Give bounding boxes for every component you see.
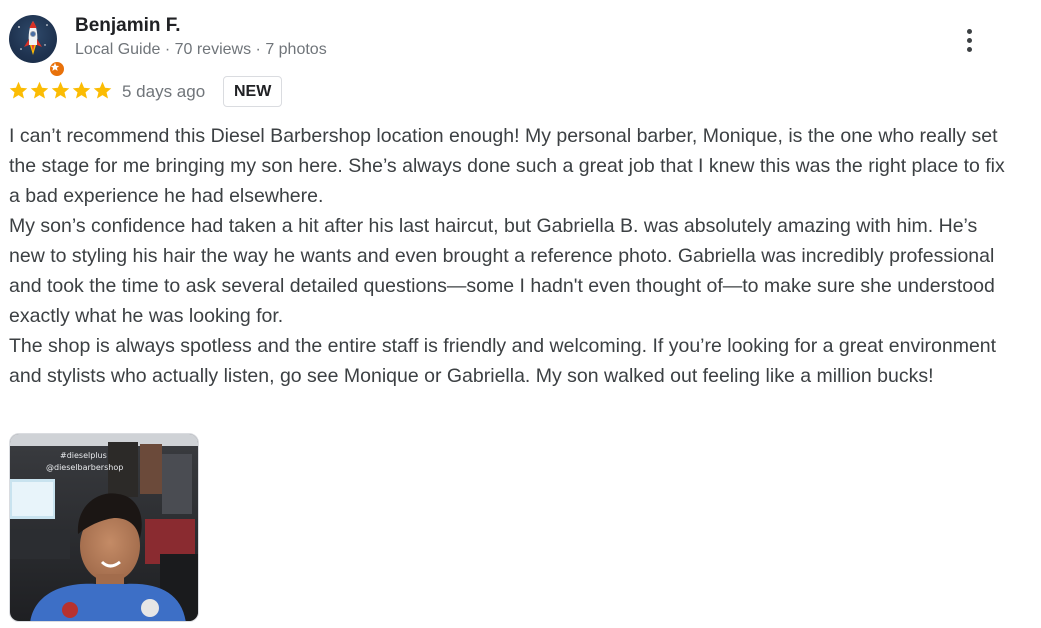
reviewer-meta: Local Guide · 70 reviews · 7 photos [75, 41, 327, 59]
photo-overlay-tag: #dieselplus [60, 451, 107, 460]
review-text: I can’t recommend this Diesel Barbershop… [9, 121, 1009, 391]
meta-separator: · [251, 41, 266, 58]
more-options-button[interactable] [955, 24, 983, 56]
star-rating [8, 80, 113, 102]
review-photo-image: #dieselplus @dieselbarbershop [10, 434, 198, 621]
rocket-avatar-icon [18, 21, 48, 55]
new-badge: NEW [223, 76, 283, 107]
star-icon [93, 81, 112, 99]
reviewer-name[interactable]: Benjamin F. [75, 15, 181, 37]
photo-count: 7 photos [265, 41, 327, 58]
star-icon [51, 81, 70, 99]
more-vert-dot [966, 37, 972, 43]
review-paragraph: I can’t recommend this Diesel Barbershop… [9, 125, 1005, 207]
meta-separator: · [160, 41, 175, 58]
photo-overlay-handle: @dieselbarbershop [46, 463, 123, 472]
more-vert-dot [966, 46, 972, 52]
star-icon [30, 81, 49, 99]
review-time: 5 days ago [122, 82, 206, 101]
star-icon [9, 81, 28, 99]
review-count: 70 reviews [174, 41, 252, 58]
review-photo[interactable]: #dieselplus @dieselbarbershop [9, 433, 199, 622]
reviewer-avatar[interactable] [9, 15, 66, 78]
star-icon [72, 81, 91, 99]
more-vert-icon [966, 28, 972, 34]
local-guide-star-icon [48, 60, 66, 78]
review-paragraph: The shop is always spotless and the enti… [9, 335, 997, 387]
review-paragraph: My son’s confidence had taken a hit afte… [9, 215, 995, 327]
local-guide-label: Local Guide [75, 41, 161, 58]
